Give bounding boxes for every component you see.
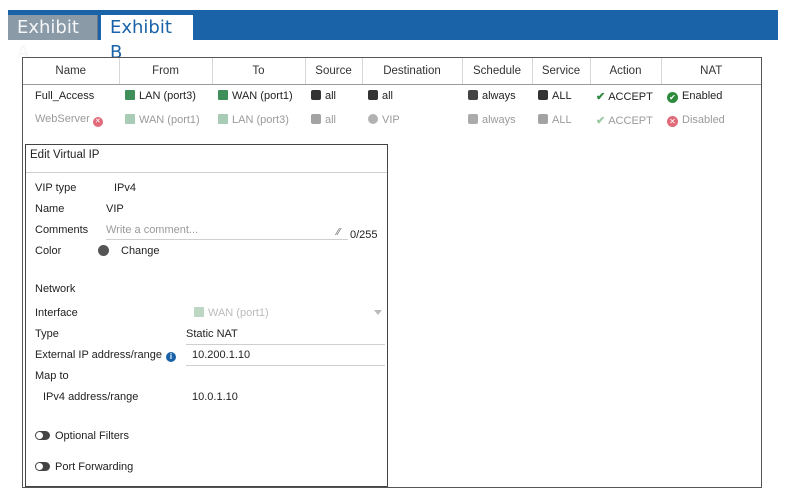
header-name[interactable]: Name xyxy=(23,58,120,85)
exhibit-tab-bar: Exhibit A Exhibit B xyxy=(8,10,778,63)
external-ip-label: External IP address/range i xyxy=(35,349,176,362)
edit-virtual-ip-panel: Edit Virtual IP VIP type IPv4 Name VIP C… xyxy=(25,144,388,487)
policy-destination: VIP xyxy=(382,114,400,126)
tab-exhibit-a[interactable]: Exhibit A xyxy=(8,15,98,63)
table-row[interactable]: Full_Access LAN (port3) WAN (port1) all … xyxy=(23,84,761,108)
header-schedule[interactable]: Schedule xyxy=(462,58,533,85)
policy-to: LAN (port3) xyxy=(232,114,289,126)
palette-icon xyxy=(98,245,109,256)
policy-name: Full_Access xyxy=(35,90,95,103)
color-label: Color xyxy=(35,245,62,257)
port-forwarding-label: Port Forwarding xyxy=(55,461,134,473)
exhibit-frame: Name From To Source Destination Schedule… xyxy=(22,57,762,488)
optional-filters-label: Optional Filters xyxy=(55,430,129,442)
color-change-button[interactable]: Change xyxy=(98,245,160,257)
check-icon: ✔ xyxy=(596,90,606,103)
policy-service: ALL xyxy=(552,114,572,126)
policy-action: ACCEPT xyxy=(608,114,653,127)
service-icon xyxy=(538,90,548,101)
comments-label: Comments xyxy=(35,224,89,236)
color-change-label: Change xyxy=(121,245,160,257)
table-header-row: Name From To Source Destination Schedule… xyxy=(23,58,761,85)
policy-destination: all xyxy=(382,90,394,103)
policy-table: Name From To Source Destination Schedule… xyxy=(23,58,761,132)
external-ip-label-text: External IP address/range xyxy=(35,349,162,361)
toggle-off-icon xyxy=(35,462,50,471)
ipv4-range-field[interactable]: 10.0.1.10 xyxy=(192,391,238,403)
comments-field[interactable]: Write a comment... xyxy=(106,224,198,236)
header-service[interactable]: Service xyxy=(532,58,591,85)
header-to[interactable]: To xyxy=(212,58,306,85)
map-to-label: Map to xyxy=(35,370,69,382)
schedule-icon xyxy=(468,90,478,101)
enabled-check-icon: ✔ xyxy=(667,91,678,103)
interface-icon xyxy=(194,307,204,317)
header-destination[interactable]: Destination xyxy=(362,58,463,85)
interface-icon xyxy=(218,114,228,124)
network-heading: Network xyxy=(35,283,76,295)
policy-source: all xyxy=(325,114,337,126)
schedule-icon xyxy=(468,114,478,124)
table-row[interactable]: WebServer ✕ WAN (port1) LAN (port3) all V… xyxy=(23,108,761,132)
ipv4-range-label: IPv4 address/range xyxy=(43,391,139,403)
policy-schedule: always xyxy=(482,90,516,103)
address-icon xyxy=(311,114,321,124)
vip-icon xyxy=(368,114,378,124)
header-from[interactable]: From xyxy=(119,58,213,85)
policy-schedule: always xyxy=(482,114,516,126)
toggle-off-icon xyxy=(35,431,50,440)
optional-filters-toggle[interactable]: Optional Filters xyxy=(35,430,129,442)
interface-icon xyxy=(218,90,228,101)
port-forwarding-toggle[interactable]: Port Forwarding xyxy=(35,461,133,473)
policy-source: all xyxy=(325,90,337,103)
service-icon xyxy=(538,114,548,124)
header-nat[interactable]: NAT xyxy=(661,58,761,85)
type-value: Static NAT xyxy=(186,328,238,340)
vip-type-value: IPv4 xyxy=(114,182,137,194)
policy-action: ACCEPT xyxy=(608,90,653,103)
disabled-x-icon: ✕ xyxy=(667,115,678,127)
comments-counter: 0/255 xyxy=(350,229,378,241)
policy-to: WAN (port1) xyxy=(232,90,293,103)
error-icon: ✕ xyxy=(92,117,103,127)
type-underline xyxy=(186,344,385,345)
name-field[interactable]: VIP xyxy=(106,203,124,215)
type-label: Type xyxy=(35,328,59,340)
panel-title: Edit Virtual IP xyxy=(26,145,387,173)
chevron-down-icon[interactable] xyxy=(374,310,382,315)
policy-name: WebServer xyxy=(35,113,90,125)
interface-select[interactable]: WAN (port1) xyxy=(194,307,269,319)
policy-nat: Enabled xyxy=(682,89,723,102)
info-icon[interactable]: i xyxy=(165,352,176,362)
interface-label: Interface xyxy=(35,307,78,319)
external-ip-field[interactable]: 10.200.1.10 xyxy=(192,349,250,361)
interface-value: WAN (port1) xyxy=(208,307,269,319)
policy-nat: Disabled xyxy=(682,113,725,126)
address-icon xyxy=(368,90,378,101)
resize-handle-icon[interactable]: ⁄⁄ xyxy=(337,227,340,238)
tab-exhibit-b[interactable]: Exhibit B xyxy=(101,15,193,63)
external-ip-underline xyxy=(186,365,385,366)
policy-from: LAN (port3) xyxy=(139,90,196,103)
address-icon xyxy=(311,90,321,101)
comments-underline xyxy=(106,239,348,240)
interface-icon xyxy=(125,90,135,101)
check-icon: ✔ xyxy=(596,114,606,127)
header-action[interactable]: Action xyxy=(590,58,662,85)
policy-from: WAN (port1) xyxy=(139,114,200,126)
policy-service: ALL xyxy=(552,90,572,103)
vip-type-label: VIP type xyxy=(35,182,77,194)
name-label: Name xyxy=(35,203,65,215)
interface-icon xyxy=(125,114,135,124)
header-source[interactable]: Source xyxy=(305,58,363,85)
